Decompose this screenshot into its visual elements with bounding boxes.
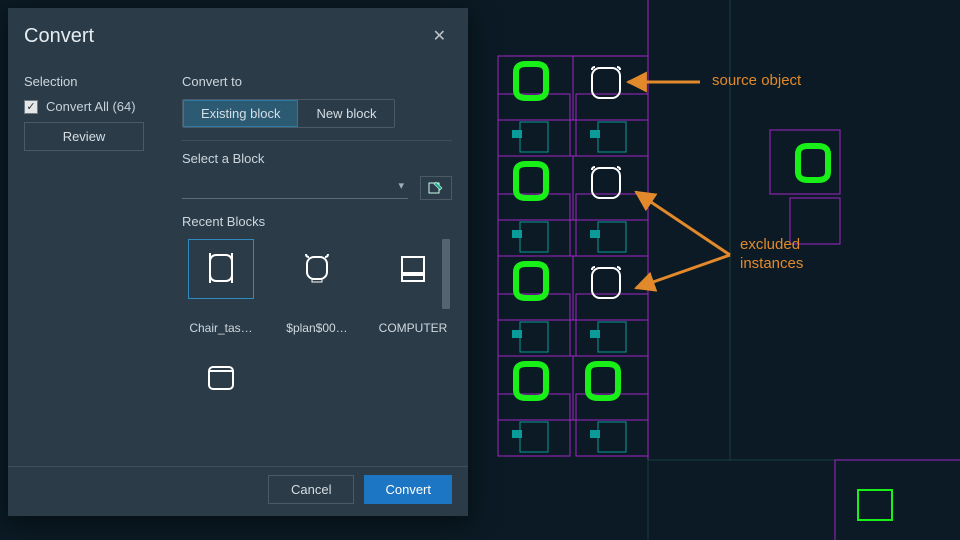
plan-icon	[297, 249, 337, 289]
select-block-label: Select a Block	[182, 151, 452, 166]
tab-new-block[interactable]: New block	[298, 100, 394, 127]
recent-blocks-grid: Chair_tas… $plan$00… COMPUTER FS_Plan	[182, 239, 452, 419]
tab-existing-block[interactable]: Existing block	[183, 100, 298, 127]
scrollbar-thumb[interactable]	[442, 239, 450, 309]
block-tile-label: COMPUTER	[374, 321, 452, 335]
computer-icon	[393, 249, 433, 289]
pick-block-button[interactable]	[420, 176, 452, 200]
chair-icon	[201, 249, 241, 289]
convert-dialog: Convert ✕ Selection Convert All (64) Rev…	[8, 8, 468, 516]
block-tile-chair[interactable]: Chair_tas…	[182, 239, 260, 335]
grid-scrollbar[interactable]	[442, 239, 450, 419]
review-button[interactable]: Review	[24, 122, 144, 151]
selection-section-label: Selection	[24, 74, 172, 89]
block-tile-computer[interactable]: COMPUTER	[374, 239, 452, 335]
convert-button[interactable]: Convert	[364, 475, 452, 504]
divider	[182, 140, 452, 141]
annotation-excluded: excluded instances	[740, 236, 820, 274]
block-tile-fsplan[interactable]: FS_Plan	[182, 349, 260, 419]
block-select-dropdown[interactable]: ▾	[182, 177, 408, 199]
block-tile-label: $plan$00…	[278, 321, 356, 335]
cancel-button[interactable]: Cancel	[268, 475, 354, 504]
block-type-segmented: Existing block New block	[182, 99, 395, 128]
dialog-title: Convert	[24, 25, 94, 48]
fsplan-icon	[201, 359, 241, 399]
chevron-down-icon: ▾	[398, 179, 404, 192]
convert-all-checkbox[interactable]	[24, 100, 38, 114]
block-tile-label: Chair_tas…	[182, 321, 260, 335]
recent-blocks-label: Recent Blocks	[182, 214, 452, 229]
block-tile-plan[interactable]: $plan$00…	[278, 239, 356, 335]
annotation-source: source object	[712, 72, 801, 89]
convert-to-section-label: Convert to	[182, 74, 452, 89]
convert-all-label: Convert All (64)	[46, 99, 136, 114]
block-pick-icon	[428, 181, 444, 195]
close-icon[interactable]: ✕	[427, 22, 452, 50]
